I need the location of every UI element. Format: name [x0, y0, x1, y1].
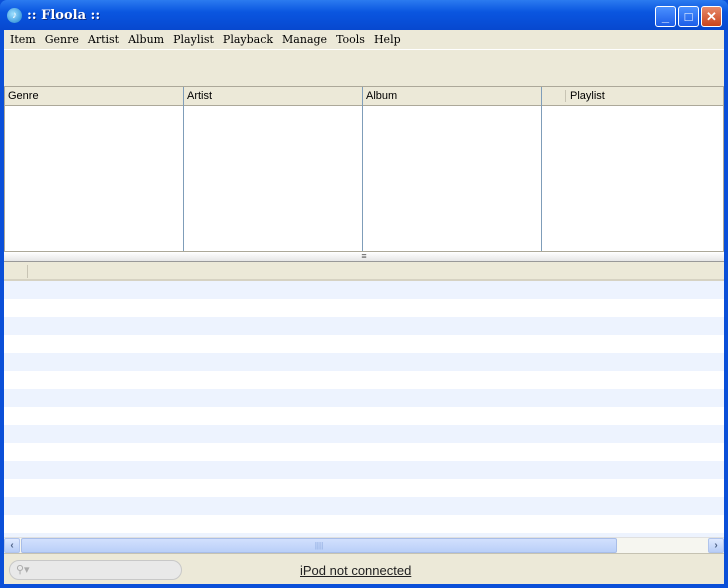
close-button[interactable]: ✕ — [701, 6, 722, 27]
artist-header[interactable]: Artist — [184, 87, 362, 106]
album-header[interactable]: Album — [363, 87, 541, 106]
splitter-handle[interactable]: ≡ — [4, 252, 724, 262]
scroll-left-button[interactable]: ‹ — [4, 538, 20, 553]
genre-pane[interactable]: Genre — [5, 87, 184, 251]
table-row[interactable] — [4, 317, 724, 335]
table-row[interactable] — [4, 479, 724, 497]
search-input[interactable]: ⚲▾ — [9, 560, 182, 580]
menu-item[interactable]: Help — [370, 30, 406, 49]
track-list-header[interactable] — [4, 262, 724, 281]
client-area: Item Genre Artist Album Playlist Playbac… — [4, 30, 724, 584]
table-row[interactable] — [4, 461, 724, 479]
track-list[interactable] — [4, 281, 724, 537]
table-row[interactable] — [4, 515, 724, 533]
table-row[interactable] — [4, 389, 724, 407]
artist-pane[interactable]: Artist — [184, 87, 363, 251]
browser-panes: Genre Artist Album Playlist — [4, 86, 724, 252]
playlist-blank-column[interactable] — [542, 90, 566, 102]
menu-item[interactable]: Playback — [219, 30, 278, 49]
album-pane[interactable]: Album — [363, 87, 542, 251]
table-row[interactable] — [4, 335, 724, 353]
scroll-right-button[interactable]: › — [708, 538, 724, 553]
menu-bar: Item Genre Artist Album Playlist Playbac… — [4, 30, 724, 50]
title-bar: ♪ :: Floola :: _ □ ✕ — [0, 0, 728, 30]
menu-item[interactable]: Manage — [278, 30, 332, 49]
playlist-pane[interactable]: Playlist — [542, 87, 723, 251]
table-row[interactable] — [4, 281, 724, 299]
window-title: :: Floola :: — [27, 8, 101, 23]
table-row[interactable] — [4, 497, 724, 515]
app-icon: ♪ — [7, 8, 22, 23]
table-row[interactable] — [4, 407, 724, 425]
menu-item[interactable]: Item — [6, 30, 41, 49]
menu-item[interactable]: Genre — [41, 30, 84, 49]
table-row[interactable] — [4, 299, 724, 317]
table-row[interactable] — [4, 425, 724, 443]
table-row[interactable] — [4, 443, 724, 461]
menu-item[interactable]: Tools — [332, 30, 370, 49]
menu-item[interactable]: Artist — [84, 30, 124, 49]
playlist-header-row: Playlist — [542, 87, 723, 106]
ipod-status-link[interactable]: iPod not connected — [300, 563, 411, 578]
playlist-header[interactable]: Playlist — [570, 90, 605, 102]
genre-header[interactable]: Genre — [5, 87, 183, 106]
table-row[interactable] — [4, 371, 724, 389]
menu-item[interactable]: Album — [124, 30, 169, 49]
toolbar — [4, 50, 724, 86]
column-separator[interactable] — [27, 265, 28, 278]
table-row[interactable] — [4, 353, 724, 371]
minimize-button[interactable]: _ — [655, 6, 676, 27]
search-icon: ⚲▾ — [16, 564, 30, 576]
scroll-thumb[interactable]: |||| — [21, 538, 617, 553]
menu-item[interactable]: Playlist — [169, 30, 219, 49]
maximize-button[interactable]: □ — [678, 6, 699, 27]
status-bar: ⚲▾ iPod not connected — [4, 553, 724, 584]
horizontal-scrollbar[interactable]: ‹ |||| › — [4, 537, 724, 553]
